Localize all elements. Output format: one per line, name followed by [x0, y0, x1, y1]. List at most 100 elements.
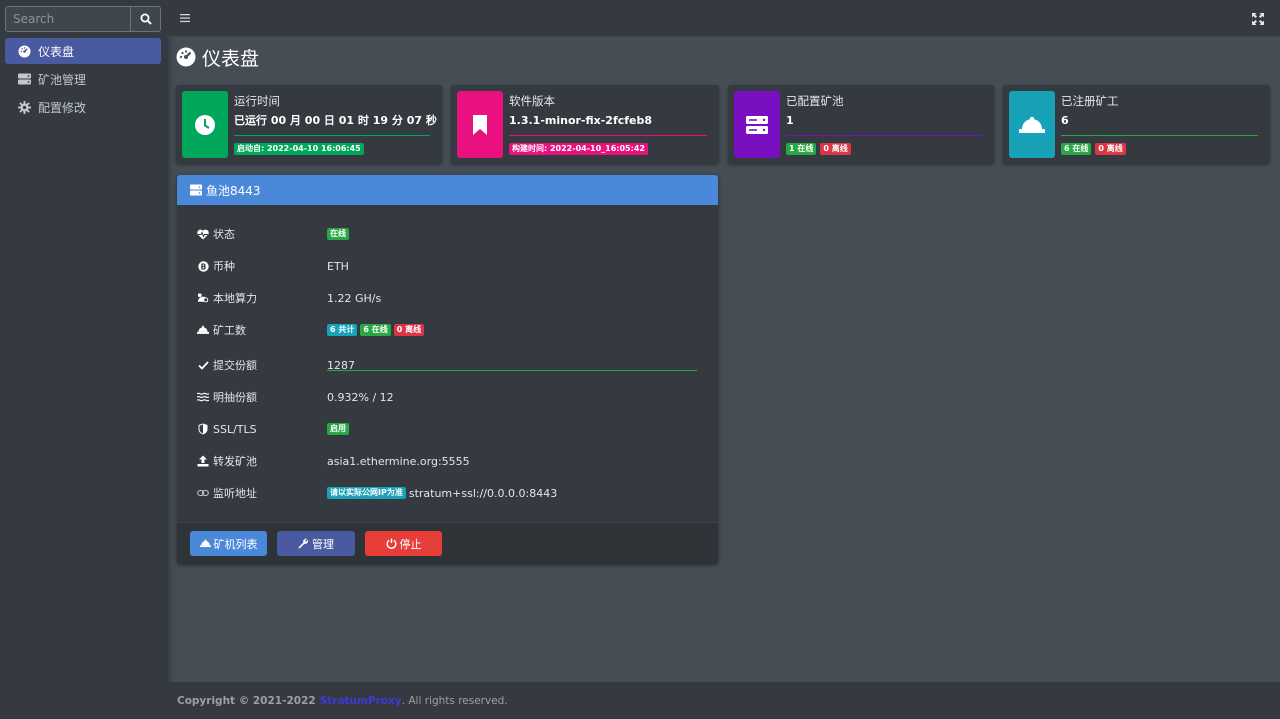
bitcoin-icon: B	[197, 260, 209, 272]
miners-total-badge: 6 共计	[327, 324, 358, 336]
info-box-value: 已运行 00 月 00 日 01 时 19 分 07 秒	[234, 114, 437, 127]
dashboard-icon	[176, 47, 196, 67]
pool-row-label: 提交份额	[213, 359, 257, 372]
info-box-value: 1.3.1-minor-fix-2fcfeb8	[509, 114, 653, 127]
info-box-icon	[182, 91, 228, 158]
button-label: 管理	[312, 537, 334, 551]
pool-card-body: 状态 在线 B 币种 ETH 本地算力 1.22 GH/s 矿工数 6 共计 6…	[177, 205, 718, 522]
pool-row-listen: 监听地址 请以实际公网IP为准 stratum+ssl://0.0.0.0:84…	[197, 483, 698, 503]
pool-row-ssl: SSL/TLS 启用	[197, 419, 698, 439]
gear-icon	[17, 100, 31, 114]
sidebar-item-config[interactable]: 配置修改	[5, 94, 161, 120]
status-badge: 在线	[327, 228, 349, 240]
info-box-label: 已注册矿工	[1061, 94, 1119, 108]
sidebar-nav: 仪表盘 矿池管理 配置修改	[5, 38, 161, 122]
info-box-progress	[786, 135, 982, 136]
offline-badge: 0 离线	[1095, 143, 1126, 155]
pool-row-shares: 提交份额 1287	[197, 355, 698, 375]
check-icon	[197, 359, 209, 371]
brand-link[interactable]: StratumProxy	[320, 695, 402, 707]
offline-badge: 0 离线	[820, 143, 851, 155]
pool-row-label: 矿工数	[213, 324, 246, 337]
sidebar-item-pools[interactable]: 矿池管理	[5, 66, 161, 92]
info-box-icon	[1009, 91, 1055, 158]
info-box-uptime: 运行时间 已运行 00 月 00 日 01 时 19 分 07 秒 启动自: 2…	[176, 85, 442, 164]
hardhat-icon	[1019, 116, 1045, 133]
pool-row-label: 转发矿池	[213, 455, 257, 468]
expand-icon	[1252, 13, 1264, 25]
server-icon	[746, 115, 768, 134]
pool-card-title: 鱼池8443	[206, 183, 261, 198]
info-box-progress	[1061, 135, 1258, 136]
ssl-badge: 启用	[327, 423, 349, 435]
button-label: 矿机列表	[213, 537, 258, 551]
info-box-value: 1	[786, 114, 794, 127]
pool-row-status: 状态 在线	[197, 224, 698, 244]
miners-online-badge: 6 在线	[360, 324, 391, 336]
upload-icon	[197, 455, 209, 467]
pool-card-header: 鱼池8443	[177, 175, 718, 205]
search-input[interactable]	[6, 7, 130, 31]
server-icon	[17, 72, 31, 86]
info-box-progress	[509, 135, 707, 136]
clock-icon	[195, 114, 215, 135]
pool-row-upstream: 转发矿池 asia1.ethermine.org:5555	[197, 451, 698, 471]
upstream-value: asia1.ethermine.org:5555	[327, 454, 470, 468]
info-box-pools: 已配置矿池 1 1 在线 0 离线	[728, 85, 994, 164]
app-root: 仪表盘 矿池管理 配置修改 仪表盘	[0, 0, 1280, 719]
pool-row-label: 币种	[213, 260, 235, 273]
page-title-text: 仪表盘	[202, 47, 260, 70]
sidebar-item-label: 仪表盘	[38, 44, 75, 59]
start-time-badge: 启动自: 2022-04-10 16:06:45	[234, 143, 364, 155]
hardhat-icon	[199, 539, 211, 548]
pool-row-hashrate: 本地算力 1.22 GH/s	[197, 288, 698, 308]
sidebar-item-label: 矿池管理	[38, 72, 87, 87]
hardhat-icon	[197, 324, 209, 336]
info-box-icon	[734, 91, 780, 158]
pool-row-fee: 明抽份额 0.932% / 12	[197, 387, 698, 407]
info-box-label: 软件版本	[509, 94, 555, 108]
pool-row-label: SSL/TLS	[213, 422, 257, 436]
bookmark-icon	[473, 114, 487, 135]
build-time-badge: 构建时间: 2022-04-10_16:05:42	[509, 143, 648, 155]
miner-list-button[interactable]: 矿机列表	[190, 531, 267, 556]
power-icon	[386, 538, 396, 549]
tachometer-icon	[197, 292, 209, 304]
hashrate-value: 1.22 GH/s	[327, 291, 382, 305]
pool-row-label: 明抽份额	[213, 391, 257, 404]
topbar	[166, 0, 1280, 37]
public-ip-badge: 请以实际公网IP为准	[327, 487, 406, 499]
shares-value: 1287	[327, 358, 355, 372]
online-badge: 1 在线	[786, 143, 817, 155]
rights-text: . All rights reserved.	[401, 694, 508, 707]
shield-icon	[197, 423, 209, 435]
heartbeat-icon	[197, 228, 209, 240]
fee-value: 0.932% / 12	[327, 390, 394, 404]
manage-button[interactable]: 管理	[277, 531, 355, 556]
copyright-text: Copyright © 2021-2022	[177, 694, 316, 707]
menu-toggle-button[interactable]	[180, 10, 194, 24]
search-icon	[140, 13, 152, 25]
sidebar-item-label: 配置修改	[38, 100, 87, 115]
sidebar-search	[5, 6, 161, 32]
miners-offline-badge: 0 离线	[393, 324, 425, 336]
sidebar-item-dashboard[interactable]: 仪表盘	[5, 38, 161, 64]
link-icon	[197, 487, 209, 499]
pool-row-label: 状态	[213, 228, 235, 241]
page-title: 仪表盘	[176, 44, 259, 70]
info-box-label: 已配置矿池	[786, 94, 844, 108]
search-button[interactable]	[130, 7, 160, 31]
fullscreen-button[interactable]	[1252, 10, 1266, 25]
info-box-label: 运行时间	[234, 94, 280, 108]
listen-value: stratum+ssl://0.0.0.0:8443	[408, 486, 558, 500]
water-icon	[197, 391, 209, 403]
info-box-value: 6	[1061, 114, 1069, 127]
svg-text:B: B	[200, 262, 206, 271]
server-icon	[190, 184, 202, 196]
wrench-icon	[298, 538, 309, 549]
sidebar: 仪表盘 矿池管理 配置修改	[0, 0, 166, 719]
info-box-progress	[234, 135, 430, 136]
stop-button[interactable]: 停止	[365, 531, 442, 556]
info-box-icon	[457, 91, 503, 158]
pool-row-miners: 矿工数 6 共计 6 在线 0 离线	[197, 320, 698, 340]
